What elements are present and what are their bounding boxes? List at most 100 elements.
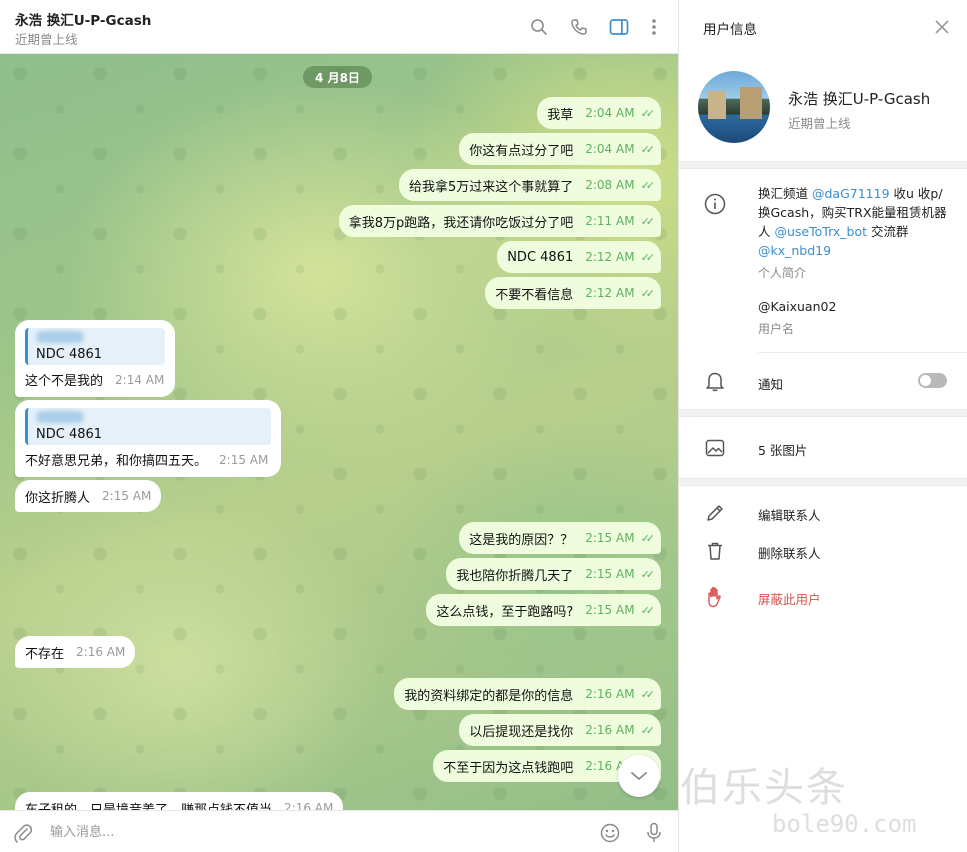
message-incoming[interactable]: 不存在 2:16 AM [15,636,136,668]
more-menu-icon[interactable] [641,14,667,40]
message-outgoing[interactable]: 不要不看信息 2:12 AM ✓✓ [485,277,661,309]
message-incoming-reply[interactable]: NDC 4861 这个不是我的 2:14 AM [15,320,175,397]
read-check-icon: ✓✓ [640,567,656,581]
chat-status: 近期曾上线 [15,32,78,47]
message-time: 2:15 AM [585,531,635,545]
profile-status: 近期曾上线 [788,116,851,131]
read-check-icon: ✓✓ [640,723,656,737]
message-outgoing[interactable]: NDC 4861 2:12 AM ✓✓ [497,241,661,273]
photos-link[interactable]: 5 张图片 [758,440,807,459]
block-user-button[interactable]: 屏蔽此用户 [758,589,821,608]
message-text: 我的资料绑定的都是你的信息 [404,688,574,704]
read-check-icon: ✓✓ [640,142,656,156]
message-time: 2:16 AM [585,723,635,737]
notifications-toggle[interactable] [918,373,947,388]
microphone-icon[interactable] [641,820,667,846]
bio-link[interactable]: @useToTrx_bot [774,224,867,239]
message-time: 2:16 AM [76,645,126,659]
emoji-icon[interactable] [597,820,623,846]
watermark-logo: 伯乐头条 [680,765,848,811]
username-label: 用户名 [758,322,795,336]
message-text: 这是我的原因？？ [469,532,574,548]
message-time: 2:15 AM [585,603,635,617]
section-separator [679,478,967,486]
message-outgoing[interactable]: 拿我8万p跑路，我还请你吃饭过分了吧 2:11 AM ✓✓ [338,205,661,237]
profile-name: 永浩 换汇U-P-Gcash [788,90,931,108]
pencil-icon [704,502,726,524]
section-separator [679,409,967,417]
edit-contact-button[interactable]: 编辑联系人 [758,505,821,524]
quote-text: NDC 4861 [36,427,103,442]
message-time: 2:04 AM [585,106,635,120]
bell-icon [704,370,726,392]
message-incoming[interactable]: 你这折腾人 2:15 AM [15,480,162,512]
date-divider: 4 月8日 [303,66,372,88]
username-link[interactable]: @Kaixuan02 [758,299,836,314]
message-text: 给我拿5万过来这个事就算了 [408,179,574,195]
message-time: 2:12 AM [585,250,635,264]
message-text: 你这有点过分了吧 [469,143,574,159]
message-composer [0,810,678,852]
quote-sender-blurred [36,411,84,423]
panel-title: 用户信息 [703,22,757,38]
quote-text: NDC 4861 [36,347,103,362]
info-icon [704,193,726,215]
message-text: 我草 [547,107,574,123]
message-time: 2:04 AM [585,142,635,156]
message-outgoing[interactable]: 我的资料绑定的都是你的信息 2:16 AM ✓✓ [394,678,661,710]
message-time: 2:08 AM [585,178,635,192]
bio-text: 换汇频道 @daG71119 收u 收p/ 换Gcash，购买TRX能量租赁机器… [758,184,954,260]
message-outgoing[interactable]: 这是我的原因？？ 2:15 AM ✓✓ [459,522,661,554]
bio-text-part: 换汇频道 [758,186,812,201]
delete-contact-button[interactable]: 删除联系人 [758,543,821,562]
chat-title[interactable]: 永浩 换汇U-P-Gcash [15,9,151,29]
watermark-url: bole90.com [772,810,917,838]
reply-quote[interactable]: NDC 4861 [25,408,271,445]
message-time: 2:14 AM [115,372,165,387]
message-outgoing[interactable]: 给我拿5万过来这个事就算了 2:08 AM ✓✓ [398,169,661,201]
read-check-icon: ✓✓ [640,286,656,300]
message-text: NDC 4861 [507,249,574,265]
message-text: 不好意思兄弟，和你搞四五天。 [25,454,208,469]
message-text: 我也陪你折腾几天了 [456,568,574,584]
photo-icon [704,437,726,459]
bio-link[interactable]: @daG71119 [812,186,890,201]
sidebar-toggle-icon[interactable] [606,14,632,40]
message-text: 这么点钱，至于跑路吗? [436,604,574,620]
bio-link[interactable]: @kx_nbd19 [758,243,831,258]
avatar[interactable] [698,71,770,143]
read-check-icon: ✓✓ [640,250,656,264]
message-text: 这个不是我的 [25,374,104,389]
message-outgoing[interactable]: 以后提现还是找你 2:16 AM ✓✓ [459,714,661,746]
read-check-icon: ✓✓ [640,531,656,545]
read-check-icon: ✓✓ [640,687,656,701]
message-input[interactable] [50,821,570,843]
message-outgoing[interactable]: 你这有点过分了吧 2:04 AM ✓✓ [459,133,661,165]
message-incoming-reply[interactable]: NDC 4861 不好意思兄弟，和你搞四五天。 2:15 AM [15,400,281,477]
phone-icon[interactable] [566,14,592,40]
chat-header: 永浩 换汇U-P-Gcash 近期曾上线 [0,0,678,54]
message-outgoing[interactable]: 我也陪你折腾几天了 2:15 AM ✓✓ [446,558,661,590]
user-info-panel: 用户信息 永浩 换汇U-P-Gcash 近期曾上线 换汇频道 @daG71119… [678,0,967,852]
read-check-icon: ✓✓ [640,603,656,617]
read-check-icon: ✓✓ [640,178,656,192]
message-time: 2:15 AM [219,452,269,467]
message-time: 2:15 AM [585,567,635,581]
message-outgoing[interactable]: 我草 2:04 AM ✓✓ [537,97,661,129]
message-time: 2:12 AM [585,286,635,300]
bio-label: 个人简介 [758,266,807,280]
message-text: 不存在 [25,646,65,662]
read-check-icon: ✓✓ [640,214,656,228]
search-icon[interactable] [526,14,552,40]
message-text: 不至于因为这点钱跑吧 [443,760,574,776]
close-icon[interactable] [931,16,953,38]
scroll-down-button[interactable] [618,755,660,797]
notifications-label: 通知 [758,377,784,392]
reply-quote[interactable]: NDC 4861 [25,328,165,365]
message-outgoing[interactable]: 这么点钱，至于跑路吗? 2:15 AM ✓✓ [426,594,661,626]
trash-icon [704,540,726,562]
message-time: 2:16 AM [585,687,635,701]
read-check-icon: ✓✓ [640,106,656,120]
attach-icon[interactable] [10,820,36,846]
bio-text-part: 交流群 [867,224,909,239]
